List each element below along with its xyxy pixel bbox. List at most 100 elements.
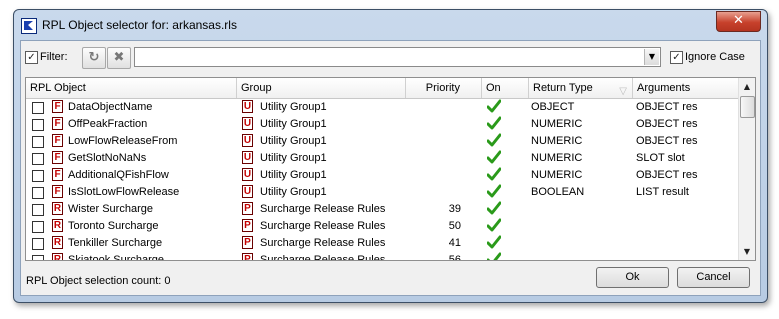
on-cell[interactable] [482,99,529,116]
on-cell[interactable] [482,252,529,260]
arguments-value [636,252,736,260]
return-type-value [531,218,631,235]
refresh-icon[interactable]: ↻ [82,47,106,69]
vertical-scrollbar[interactable]: ▲ ▼ [738,78,755,260]
rpl-object-name: IsSlotLowFlowRelease [68,186,180,198]
on-cell[interactable] [482,218,529,235]
table-header: RPL Object Group Priority On Return Type… [26,78,738,99]
enabled-check-icon [487,184,501,198]
table-row[interactable]: F OffPeakFraction U Utility Group1 NUMERIC OB… [26,116,738,133]
row-select-checkbox[interactable] [32,238,44,250]
rpl-object-name: DataObjectName [68,101,153,113]
chevron-down-icon[interactable]: ▼ [644,49,659,65]
rpl-object-name: OffPeakFraction [68,118,148,130]
arguments-value: OBJECT res [636,169,698,181]
row-select-checkbox[interactable] [32,153,44,165]
column-header-return-type[interactable]: Return Type ▽ [529,78,633,98]
priority-value: 39 [448,203,461,215]
row-select-checkbox[interactable] [32,255,44,260]
rpl-object-type-icon: F [52,151,63,164]
enabled-check-icon [487,133,501,147]
return-type-value [531,252,631,260]
window-title: RPL Object selector for: arkansas.rls [42,18,237,32]
rpl-object-name: LowFlowReleaseFrom [68,135,178,147]
group-name: Utility Group1 [260,152,327,164]
scrollbar-thumb[interactable] [740,96,755,118]
on-cell[interactable] [482,184,529,201]
return-type-value: BOOLEAN [531,186,585,198]
on-cell[interactable] [482,116,529,133]
enabled-check-icon [487,99,501,113]
on-cell[interactable] [482,133,529,150]
row-select-checkbox[interactable] [32,221,44,233]
clear-filter-icon[interactable]: ✖ [107,47,131,69]
table-row[interactable]: F IsSlotLowFlowRelease U Utility Group1 BOOL… [26,184,738,201]
enabled-check-icon [487,235,501,249]
return-type-value [531,235,631,252]
column-header-return-type-label: Return Type [533,82,593,94]
row-select-checkbox[interactable] [32,102,44,114]
return-type-value: NUMERIC [531,118,583,130]
group-type-icon: U [242,168,253,181]
selection-count-status: RPL Object selection count: 0 [26,275,171,287]
table-row[interactable]: R Toronto Surcharge P Surcharge Release Rul… [26,218,738,235]
ignore-case-label: Ignore Case [685,51,745,63]
rpl-object-type-icon: R [52,253,63,260]
column-header-group[interactable]: Group [237,78,406,98]
rpl-object-type-icon: R [52,236,63,249]
enabled-check-icon [487,218,501,232]
dialog-client-area: ✓ Filter: ↻ ✖ ▼ ✓ Ignore Case RPL Object… [20,40,761,296]
return-type-value [531,201,631,218]
table-row[interactable]: R Tenkiller Surcharge P Surcharge Release R… [26,235,738,252]
column-header-arguments[interactable]: Arguments [633,78,738,98]
row-select-checkbox[interactable] [32,170,44,182]
enabled-check-icon [487,116,501,130]
group-name: Utility Group1 [260,101,327,113]
group-type-icon: U [242,117,253,130]
row-select-checkbox[interactable] [32,187,44,199]
riverware-app-icon [21,18,37,34]
group-name: Surcharge Release Rules [260,203,386,215]
column-header-rpl-object[interactable]: RPL Object [26,78,237,98]
filter-combobox[interactable]: ▼ [134,47,661,67]
return-type-value: NUMERIC [531,169,583,181]
dialog-window: RPL Object selector for: arkansas.rls ✕ … [13,9,768,303]
column-header-priority[interactable]: Priority [406,78,482,98]
ignore-case-checkbox[interactable]: ✓ [670,51,683,64]
title-bar[interactable]: RPL Object selector for: arkansas.rls ✕ [14,10,767,40]
arguments-value: OBJECT res [636,101,698,113]
on-cell[interactable] [482,201,529,218]
on-cell[interactable] [482,167,529,184]
column-header-on[interactable]: On [482,78,529,98]
filter-checkbox[interactable]: ✓ [25,51,38,64]
group-type-icon: U [242,151,253,164]
ok-button[interactable]: Ok [596,267,669,288]
table-row[interactable]: R Skiatook Surcharge P Surcharge Release Ru… [26,252,738,260]
on-cell[interactable] [482,235,529,252]
scroll-up-icon[interactable]: ▲ [739,78,755,95]
table-row[interactable]: F LowFlowReleaseFrom U Utility Group1 NUMERI… [26,133,738,150]
table-row[interactable]: R Wister Surcharge P Surcharge Release Rule… [26,201,738,218]
group-name: Utility Group1 [260,118,327,130]
row-select-checkbox[interactable] [32,119,44,131]
rpl-object-name: AdditionalQFishFlow [68,169,169,181]
row-select-checkbox[interactable] [32,136,44,148]
table-row[interactable]: F GetSlotNoNaNs U Utility Group1 NUMERIC SLOT… [26,150,738,167]
return-type-value: NUMERIC [531,135,583,147]
filter-label: Filter: [40,51,68,63]
close-button[interactable]: ✕ [716,11,761,32]
on-cell[interactable] [482,150,529,167]
enabled-check-icon [487,201,501,215]
table-row[interactable]: F DataObjectName U Utility Group1 OBJECT OBJE… [26,99,738,116]
cancel-button[interactable]: Cancel [677,267,750,288]
priority-value: 56 [448,254,461,260]
rpl-object-type-icon: R [52,202,63,215]
table-row[interactable]: F AdditionalQFishFlow U Utility Group1 NUMER… [26,167,738,184]
arguments-value [636,201,736,218]
rpl-object-name: GetSlotNoNaNs [68,152,147,164]
row-select-checkbox[interactable] [32,204,44,216]
rpl-object-type-icon: F [52,134,63,147]
scroll-down-icon[interactable]: ▼ [739,243,755,260]
group-name: Utility Group1 [260,135,327,147]
return-type-value: OBJECT [531,101,575,113]
